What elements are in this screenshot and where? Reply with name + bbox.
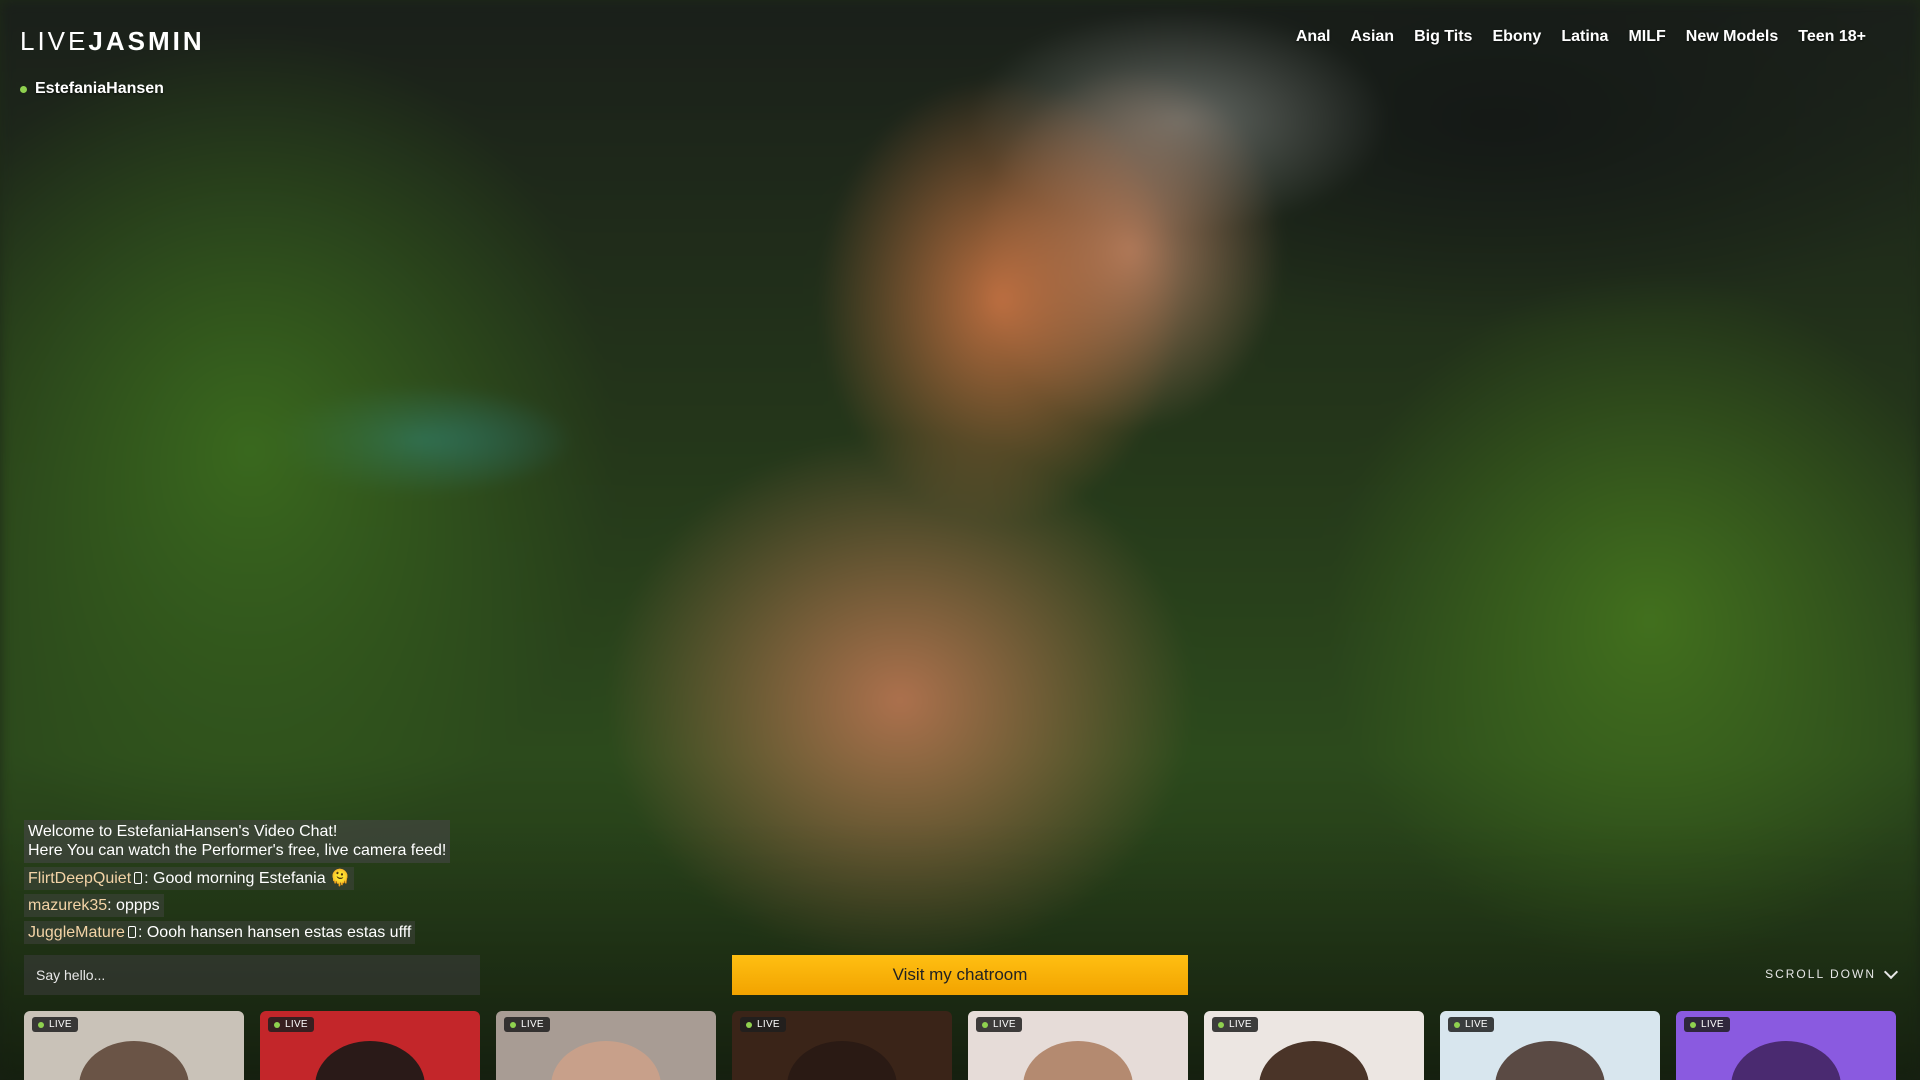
model-card[interactable]: LIVE [732,1011,952,1080]
model-thumbnail [1495,1041,1605,1080]
mobile-phone-icon [127,926,136,938]
nav-item-asian[interactable]: Asian [1350,28,1394,46]
live-badge-label: LIVE [285,1019,308,1030]
live-badge-label: LIVE [49,1019,72,1030]
chat-text: : oppps [107,897,160,914]
live-badge-label: LIVE [521,1019,544,1030]
live-badge-label: LIVE [1229,1019,1252,1030]
logo-part-live: LIVE [20,26,89,56]
visit-chatroom-button[interactable]: Visit my chatroom [732,955,1188,995]
model-card[interactable]: LIVE [1204,1011,1424,1080]
model-thumbnail [787,1041,897,1080]
mobile-phone-icon [134,872,143,884]
live-dot-icon [746,1021,752,1028]
live-badge-label: LIVE [1465,1019,1488,1030]
nav-item-big-tits[interactable]: Big Tits [1414,28,1472,46]
live-dot-icon [1454,1021,1460,1028]
chat-username[interactable]: FlirtDeepQuiet [28,870,131,887]
welcome-message: Welcome to EstefaniaHansen's Video Chat!… [24,820,451,863]
performer-name-label: EstefaniaHansen [35,80,164,97]
model-card[interactable]: LIVE [968,1011,1188,1080]
model-card[interactable]: LIVE [1676,1011,1896,1080]
live-badge: LIVE [32,1017,78,1032]
live-dot-icon [38,1021,44,1028]
chat-username[interactable]: mazurek35 [28,897,107,914]
nav-item-ebony[interactable]: Ebony [1492,28,1541,46]
model-thumbnail [315,1041,425,1080]
live-badge: LIVE [976,1017,1022,1032]
live-dot-icon [274,1021,280,1028]
model-card[interactable]: LIVE [260,1011,480,1080]
model-thumbnail [1259,1041,1369,1080]
chat-message: FlirtDeepQuiet : Good morning Estefania 🫠 [24,867,354,890]
model-card[interactable]: LIVE [496,1011,716,1080]
live-dot-icon [982,1021,988,1028]
chat-input[interactable] [24,955,480,995]
live-badge: LIVE [1448,1017,1494,1032]
logo-part-jasmin: JASMIN [88,26,205,56]
nav-item-anal[interactable]: Anal [1296,28,1331,46]
live-badge: LIVE [1684,1017,1730,1032]
chat-username[interactable]: JuggleMature [28,924,125,941]
nav-item-milf[interactable]: MILF [1628,28,1665,46]
model-thumbnail [1023,1041,1133,1080]
chat-message: JuggleMature : Oooh hansen hansen estas e… [24,921,416,944]
welcome-line-1: Welcome to EstefaniaHansen's Video Chat! [28,823,338,840]
welcome-line-2: Here You can watch the Performer's free,… [28,842,447,859]
live-badge-label: LIVE [993,1019,1016,1030]
model-cards-row: LIVE LIVE LIVE LIVE LIVE LIVE LIVE LIVE [24,1011,1896,1080]
live-dot-icon [1218,1021,1224,1028]
model-card[interactable]: LIVE [1440,1011,1660,1080]
site-logo[interactable]: LIVEJASMIN [20,26,205,57]
chat-messages: Welcome to EstefaniaHansen's Video Chat!… [24,820,464,948]
model-thumbnail [1731,1041,1841,1080]
nav-item-new-models[interactable]: New Models [1686,28,1778,46]
live-badge: LIVE [740,1017,786,1032]
nav-item-latina[interactable]: Latina [1561,28,1608,46]
nav-item-teen[interactable]: Teen 18+ [1798,28,1866,46]
live-badge: LIVE [504,1017,550,1032]
live-badge: LIVE [1212,1017,1258,1032]
category-nav: Anal Asian Big Tits Ebony Latina MILF Ne… [1296,28,1866,46]
live-dot-icon [1690,1021,1696,1028]
chat-message: mazurek35: oppps [24,894,164,917]
live-badge-label: LIVE [1701,1019,1724,1030]
performer-name[interactable]: EstefaniaHansen [20,80,164,98]
live-badge: LIVE [268,1017,314,1032]
scroll-down-label: SCROLL DOWN [1765,967,1876,981]
live-dot-icon [510,1021,516,1028]
model-thumbnail [79,1041,189,1080]
live-badge-label: LIVE [757,1019,780,1030]
model-thumbnail [551,1041,661,1080]
chevron-down-icon [1883,964,1899,979]
scroll-down-button[interactable]: SCROLL DOWN [1765,964,1899,981]
online-status-icon [20,85,27,93]
chat-text: : Oooh hansen hansen estas estas ufff [137,924,412,941]
model-card[interactable]: LIVE [24,1011,244,1080]
chat-text: : Good morning Estefania 🫠 [144,870,350,887]
